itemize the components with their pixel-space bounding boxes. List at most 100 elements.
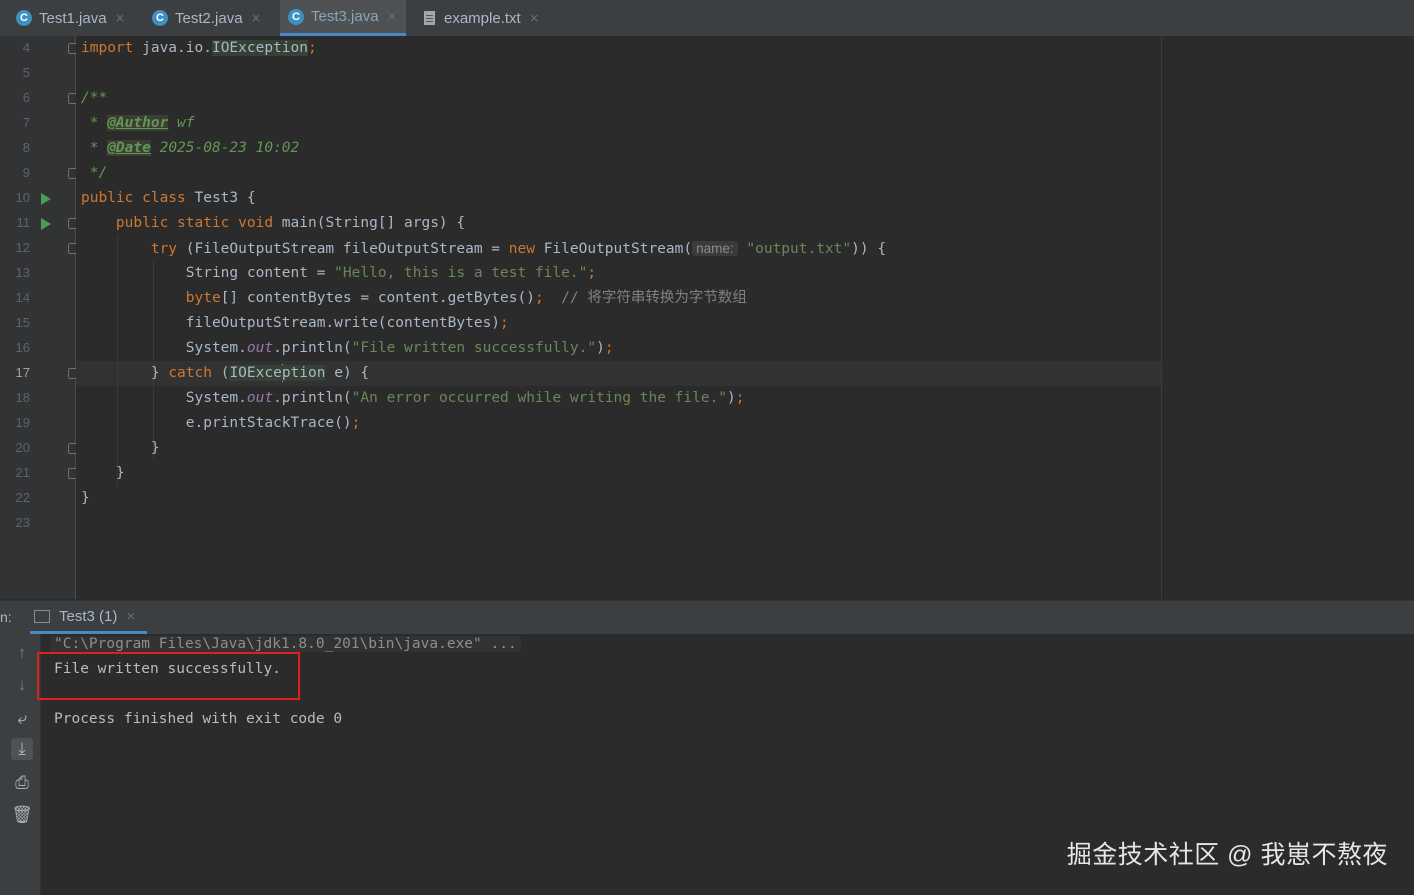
code-token: new bbox=[508, 241, 535, 257]
code-line-22: } bbox=[81, 486, 90, 511]
code-token: ; bbox=[500, 315, 509, 331]
code-token: .println( bbox=[273, 340, 352, 356]
tab-label: Test3.java bbox=[311, 8, 379, 25]
trash-icon[interactable]: 🗑 bbox=[11, 804, 33, 826]
up-arrow-icon[interactable]: ↑ bbox=[11, 642, 33, 664]
right-margin-guide bbox=[1161, 36, 1162, 599]
code-token: IOExce bbox=[229, 365, 282, 381]
code-token: byte bbox=[81, 290, 221, 306]
code-line-8: * @Date 2025-08-23 10:02 bbox=[81, 136, 299, 161]
tab-label: example.txt bbox=[444, 9, 521, 27]
code-token: "Hello, this is a test file." bbox=[334, 265, 588, 281]
code-line-20: } bbox=[81, 436, 160, 461]
line-number: 5 bbox=[22, 65, 30, 80]
java-class-icon: C bbox=[288, 8, 304, 25]
code-token: ; bbox=[308, 40, 317, 56]
code-token: "An error occurred while writing the fil… bbox=[351, 390, 728, 406]
code-line-11: public static void main(String[] args) { bbox=[81, 211, 465, 236]
code-token: import bbox=[81, 40, 134, 56]
code-token: [] contentBytes = content.getBytes() bbox=[220, 290, 535, 306]
code-token: * bbox=[81, 115, 108, 131]
line-number: 21 bbox=[15, 465, 30, 480]
code-token: Test3 { bbox=[185, 190, 256, 206]
editor-gutter[interactable]: 4 5 6 7 8 9 10 11 12 13 14 15 16 17 18 1… bbox=[0, 36, 79, 599]
code-token: ; bbox=[604, 340, 614, 356]
run-class-icon[interactable] bbox=[41, 193, 51, 205]
run-tab-label: Test3 (1) bbox=[59, 607, 118, 625]
code-token: public class bbox=[81, 190, 186, 206]
java-class-icon: C bbox=[16, 10, 32, 26]
code-token: e.printStackTrace() bbox=[81, 415, 352, 431]
scroll-to-end-icon[interactable]: ⤓ bbox=[11, 738, 33, 760]
code-token: } bbox=[81, 440, 160, 456]
line-number: 14 bbox=[15, 290, 30, 305]
code-line-15: fileOutputStream.write(contentBytes); bbox=[81, 311, 509, 336]
run-side-toolbar: ↑ ↓ ⤶ ⤓ ⎙ 🗑 bbox=[0, 634, 41, 895]
code-line-21: } bbox=[81, 461, 125, 486]
line-number: 19 bbox=[15, 415, 30, 430]
down-arrow-icon[interactable]: ↓ bbox=[11, 674, 33, 696]
code-token: ) bbox=[596, 340, 605, 356]
tab-test2-java[interactable]: C Test2.java × bbox=[152, 0, 260, 36]
line-number-current: 17 bbox=[15, 365, 30, 380]
line-number: 6 bbox=[22, 90, 30, 105]
code-token: @Date bbox=[107, 140, 151, 156]
code-token: */ bbox=[81, 165, 108, 181]
close-icon[interactable]: × bbox=[252, 10, 261, 27]
code-token: out bbox=[246, 340, 274, 356]
print-icon[interactable]: ⎙ bbox=[11, 772, 33, 794]
code-token: out bbox=[246, 390, 274, 406]
code-token: java.io. bbox=[133, 40, 212, 56]
code-token: ; bbox=[351, 415, 361, 431]
code-token: System. bbox=[81, 340, 247, 356]
run-panel-prefix: n: bbox=[0, 609, 12, 625]
code-token: fileOutputStream.write(contentBytes) bbox=[81, 315, 501, 331]
code-token: main(String[] args) { bbox=[273, 215, 466, 231]
code-line-7: * @Author wf bbox=[81, 111, 195, 136]
run-tab-test3[interactable]: Test3 (1) × bbox=[30, 601, 148, 634]
soft-wrap-icon[interactable]: ⤶ bbox=[11, 708, 33, 730]
line-number: 4 bbox=[22, 40, 30, 55]
code-token: @Author bbox=[107, 115, 169, 131]
code-line-16: System.out.println("File written success… bbox=[81, 336, 614, 361]
code-token: } bbox=[81, 365, 169, 381]
console-exit-line: Process finished with exit code 0 bbox=[54, 711, 343, 727]
code-token: 2025-08-23 10:02 bbox=[150, 140, 300, 156]
annotation-highlight-box bbox=[37, 652, 300, 700]
code-token: ( bbox=[211, 365, 230, 381]
code-line-4: import java.io.IOException; bbox=[81, 36, 317, 61]
code-token: e) { bbox=[325, 365, 370, 381]
code-token: try bbox=[81, 241, 178, 257]
line-number: 9 bbox=[22, 165, 30, 180]
code-token: "File written successfully." bbox=[351, 340, 597, 356]
code-line-19: e.printStackTrace(); bbox=[81, 411, 361, 436]
close-icon[interactable]: × bbox=[126, 608, 135, 625]
line-number: 16 bbox=[15, 340, 30, 355]
code-token: catch bbox=[168, 365, 212, 381]
code-token: ; bbox=[587, 265, 597, 281]
code-token: FileOutputStream( bbox=[534, 241, 693, 257]
code-token: ; bbox=[735, 390, 745, 406]
tab-test1-java[interactable]: C Test1.java × bbox=[16, 0, 124, 36]
close-icon[interactable]: × bbox=[388, 8, 397, 25]
code-token: } bbox=[81, 465, 125, 481]
tab-example-txt[interactable]: example.txt × bbox=[424, 0, 538, 36]
code-token: String content = bbox=[81, 265, 335, 281]
tab-test3-java[interactable]: C Test3.java × bbox=[280, 0, 407, 36]
java-class-icon: C bbox=[152, 10, 168, 26]
code-token: ) bbox=[727, 390, 736, 406]
code-line-18: System.out.println("An error occurred wh… bbox=[81, 386, 745, 411]
code-token: )) { bbox=[851, 241, 887, 257]
code-token: public static void bbox=[81, 215, 274, 231]
run-main-icon[interactable] bbox=[41, 218, 51, 230]
run-tool-window-header: n: Test3 (1) × bbox=[0, 600, 1414, 634]
code-token: } bbox=[81, 490, 90, 506]
line-number: 23 bbox=[15, 515, 30, 530]
watermark: 掘金技术社区 @ 我崽不熬夜 bbox=[1066, 841, 1388, 869]
line-number: 11 bbox=[16, 215, 31, 230]
line-number: 18 bbox=[15, 390, 30, 405]
line-number: 10 bbox=[15, 190, 30, 205]
close-icon[interactable]: × bbox=[116, 10, 125, 27]
code-line-6: /** bbox=[81, 86, 107, 111]
close-icon[interactable]: × bbox=[530, 10, 539, 27]
